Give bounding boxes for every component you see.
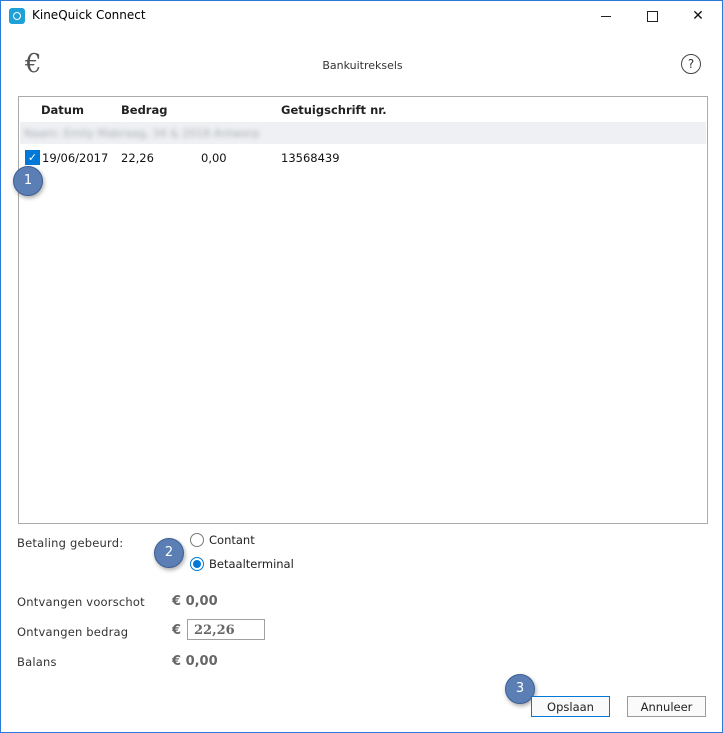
radio-betaalterminal-label[interactable]: Betaalterminal [209,557,294,571]
received-amount-input[interactable]: 22,26 [187,619,265,640]
advance-label: Ontvangen voorschot [17,595,145,609]
column-header-amount[interactable]: Bedrag [121,103,167,117]
radio-betaalterminal[interactable] [190,557,204,571]
group-label: Naam: Emily Mabraag, 34 & 2018 Antwerp [24,127,260,140]
advance-value: € 0,00 [172,594,218,609]
save-button[interactable]: Opslaan [531,696,610,717]
help-icon[interactable]: ? [681,54,701,74]
row-paid: 0,00 [201,151,227,165]
close-button[interactable]: ✕ [675,1,721,31]
radio-contant[interactable] [190,533,204,547]
row-date: 19/06/2017 [42,151,109,165]
balance-value: € 0,00 [172,654,218,669]
app-window: KineQuick Connect ✕ € Bankuitreksels ? D… [0,0,723,733]
minimize-icon [601,15,611,17]
maximize-button[interactable] [629,1,675,31]
minimize-button[interactable] [583,1,629,31]
checkmark-icon: ✓ [27,151,38,164]
step-marker-2: 2 [154,538,184,568]
cancel-button[interactable]: Annuleer [627,696,706,717]
row-checkbox[interactable]: ✓ [25,150,40,165]
kinequick-app-icon [9,8,25,24]
received-label: Ontvangen bedrag [17,625,129,639]
received-currency: € [172,623,182,638]
payment-label: Betaling gebeurd: [17,536,124,550]
radio-contant-label[interactable]: Contant [209,533,255,547]
maximize-icon [646,10,658,22]
window-title: KineQuick Connect [32,8,146,22]
group-header-row: Naam: Emily Mabraag, 34 & 2018 Antwerp [20,122,706,144]
step-marker-1: 1 [13,166,43,196]
page-title: Bankuitreksels [322,59,403,72]
balance-label: Balans [17,655,57,669]
row-amount: 22,26 [121,151,154,165]
column-header-date[interactable]: Datum [41,103,84,117]
table-row[interactable]: ✓ 19/06/2017 22,26 0,00 13568439 [19,147,705,169]
close-icon: ✕ [692,8,704,24]
column-header-certificate[interactable]: Getuigschrift nr. [281,103,387,117]
bank-statements-list[interactable]: Datum Bedrag Getuigschrift nr. Naam: Emi… [18,96,708,524]
title-bar: KineQuick Connect ✕ [1,1,722,31]
row-certificate: 13568439 [281,151,340,165]
